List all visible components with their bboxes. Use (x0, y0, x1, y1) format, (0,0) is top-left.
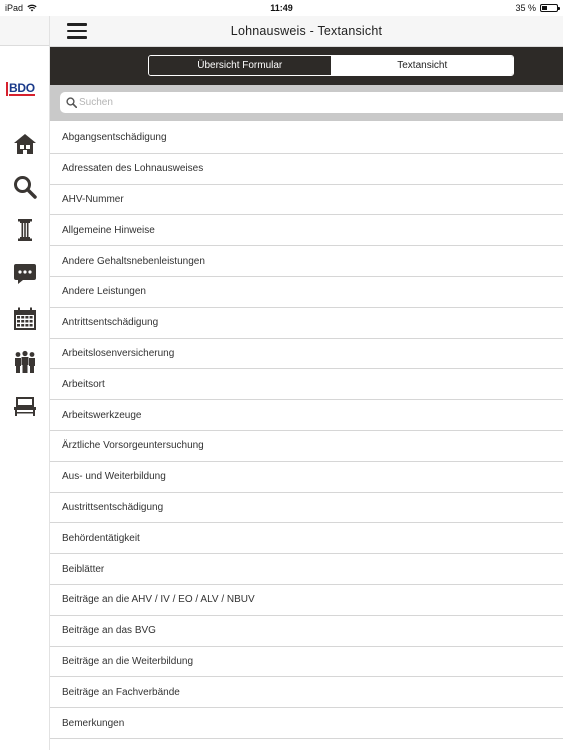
status-time: 11:49 (270, 3, 293, 13)
list-item[interactable]: Beiblätter (50, 554, 563, 585)
column-icon (18, 219, 32, 241)
magnifier-icon (66, 97, 77, 108)
list-item[interactable]: Allgemeine Hinweise (50, 215, 563, 247)
nav-calendar[interactable] (12, 306, 38, 332)
segment-bar: Übersicht Formular Textansicht (50, 47, 563, 85)
calendar-icon (14, 307, 36, 330)
header-bar: Lohnausweis - Textansicht (50, 16, 563, 47)
status-bar: iPad 11:49 35 % (0, 0, 563, 16)
list-item[interactable]: Arbeitswerkzeuge (50, 400, 563, 431)
list-item[interactable]: Beiträge an die AHV / IV / EO / ALV / NB… (50, 585, 563, 616)
nav-column[interactable] (12, 217, 38, 243)
list-item[interactable]: Andere Gehaltsnebenleistungen (50, 246, 563, 277)
search-input[interactable] (79, 97, 499, 108)
battery-percent: 35 % (515, 3, 536, 13)
logo-text: BDO (9, 81, 35, 96)
list-item[interactable]: Ärztliche Vorsorgeuntersuchung (50, 431, 563, 462)
tab-textansicht[interactable]: Textansicht (331, 56, 513, 75)
list-item[interactable]: AHV-Nummer (50, 185, 563, 216)
search-box (60, 92, 563, 113)
chat-bubble-icon (14, 264, 36, 284)
sidebar (0, 16, 50, 750)
list-item[interactable]: Aus- und Weiterbildung (50, 462, 563, 493)
list-item[interactable]: Austrittsentschädigung (50, 493, 563, 524)
search-icon (14, 176, 37, 199)
topic-list: Abgangsentschädigung Adressaten des Lohn… (50, 123, 563, 750)
nav-search[interactable] (12, 174, 38, 200)
sidebar-top (0, 16, 49, 46)
battery-fill (542, 6, 547, 10)
list-item[interactable]: Antrittsentschädigung (50, 308, 563, 339)
list-item[interactable]: Beiträge an die Weiterbildung (50, 647, 563, 678)
bdo-logo: BDO (6, 81, 42, 97)
battery-icon (540, 4, 560, 12)
nav-chat[interactable] (12, 261, 38, 287)
tab-uebersicht-formular[interactable]: Übersicht Formular (149, 56, 332, 75)
nav-home[interactable] (12, 131, 38, 157)
view-segmented-control: Übersicht Formular Textansicht (148, 55, 514, 76)
people-icon (15, 350, 35, 373)
search-bar (50, 85, 563, 121)
list-item[interactable]: Abgangsentschädigung (50, 123, 563, 154)
list-item[interactable]: Bemerkungen (50, 708, 563, 739)
house-icon (14, 134, 36, 154)
nav-people[interactable] (12, 349, 38, 375)
status-right: 35 % (515, 3, 560, 13)
logo-bar (6, 82, 8, 96)
list-item[interactable]: Andere Leistungen (50, 277, 563, 308)
list-item[interactable]: Beiträge an das BVG (50, 616, 563, 647)
list-item[interactable]: Beiträge an Fachverbände (50, 677, 563, 709)
desk-icon (14, 397, 36, 416)
nav-desk[interactable] (12, 393, 38, 419)
list-item[interactable]: Arbeitslosenversicherung (50, 339, 563, 370)
page-title: Lohnausweis - Textansicht (230, 24, 383, 38)
list-item[interactable]: Behördentätigkeit (50, 523, 563, 555)
list-item[interactable]: Arbeitsort (50, 369, 563, 401)
list-item[interactable]: Adressaten des Lohnausweises (50, 154, 563, 185)
